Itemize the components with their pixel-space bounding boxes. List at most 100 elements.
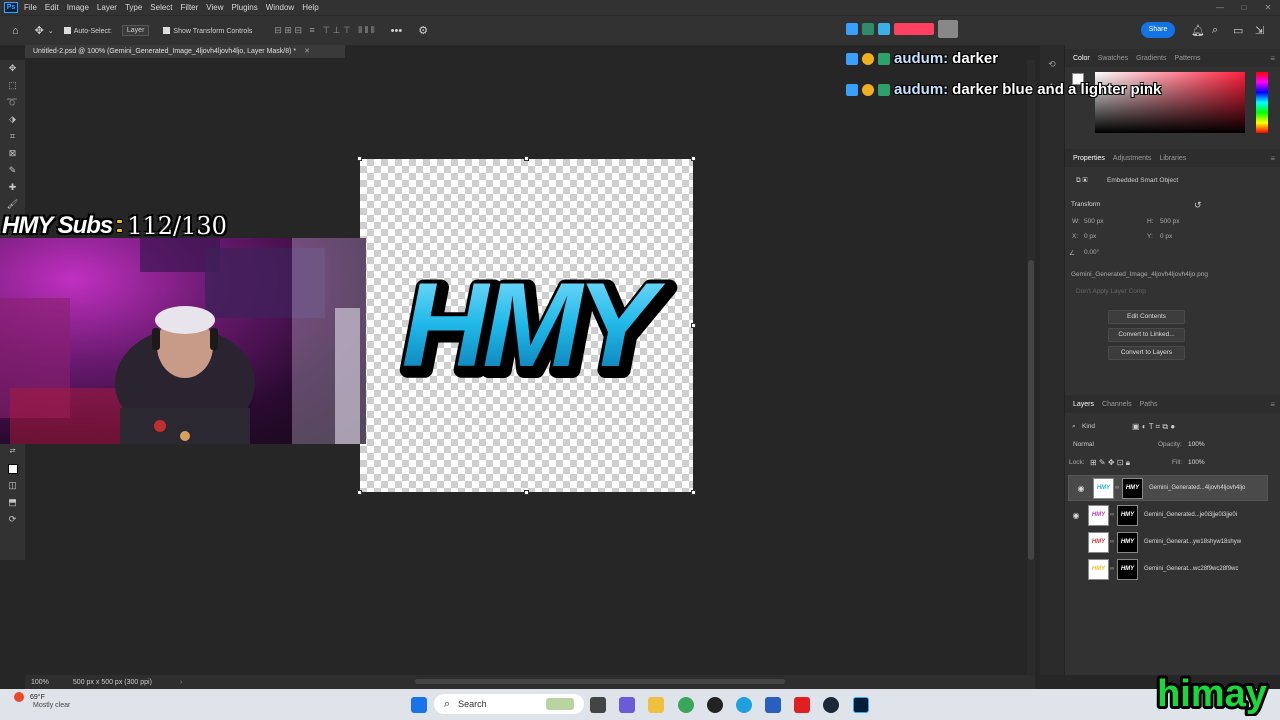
edit-contents-button[interactable]: Edit Contents [1108,310,1185,324]
layer-select[interactable]: Layer [121,25,150,36]
layer-row[interactable]: ◉ HMY ∞ HMY Gemini_Generated...4ljovh4lj… [1068,475,1268,501]
obs-icon[interactable] [707,697,723,713]
quick-mask-icon[interactable]: ◫ [0,477,25,494]
height-value[interactable]: 500 px [1160,218,1180,225]
layer-comp-select[interactable]: Don't Apply Layer Comp [1076,288,1146,295]
steam-icon[interactable] [823,697,839,713]
task-view-icon[interactable] [590,697,606,713]
kind-filter-select[interactable]: Kind [1082,423,1095,430]
zoom-level[interactable]: 100% [31,679,49,686]
menu-file[interactable]: File [24,3,37,12]
fill-value[interactable]: 100% [1188,459,1205,466]
layer-filter-icons[interactable]: ▣ ◐ T ⌗ ⧉ ● [1132,422,1175,432]
foreground-color-swatch[interactable] [0,460,25,477]
transform-controls-checkbox[interactable]: Show Transform Controls [163,26,252,35]
transform-handle[interactable] [524,490,529,495]
width-value[interactable]: 500 px [1084,218,1104,225]
x-value[interactable]: 0 px [1084,233,1096,240]
tab-paths[interactable]: Paths [1140,401,1158,408]
move-tool-icon[interactable]: ✥ [0,60,25,77]
file-explorer-icon[interactable] [648,697,664,713]
horizontal-scrollbar[interactable] [415,679,785,684]
tab-layers[interactable]: Layers [1073,401,1094,408]
auto-select-checkbox[interactable]: Auto-Select: [63,26,112,35]
healing-brush-icon[interactable]: ✚ [0,179,25,196]
tab-patterns[interactable]: Patterns [1174,55,1200,62]
edge-icon[interactable] [736,697,752,713]
eye-icon[interactable]: ◉ [1068,511,1084,520]
reset-transform-icon[interactable]: ↺ [1194,200,1202,211]
search-icon[interactable]: ⌕ [1212,24,1218,37]
close-icon[interactable]: ✕ [1256,0,1280,15]
chevron-right-icon[interactable]: › [180,679,182,686]
weather-widget[interactable]: 69°F Mostly clear [14,692,70,709]
chrome-icon[interactable] [678,697,694,713]
chevron-down-icon[interactable]: ⌄ [48,27,54,35]
opacity-value[interactable]: 100% [1188,441,1205,448]
vertical-scrollbar[interactable] [1027,60,1035,675]
convert-to-layers-button[interactable]: Convert to Layers [1108,346,1185,360]
tab-adjustments[interactable]: Adjustments [1113,155,1152,162]
panel-menu-icon[interactable]: ≡ [1270,154,1275,163]
home-icon[interactable]: ⌂ [12,25,19,37]
tab-color[interactable]: Color [1073,55,1090,62]
menu-image[interactable]: Image [67,3,89,12]
align-icons[interactable]: ⊟ ⊞ ⊟ ≡ ⊤ ⊥ ⊤ ⫴ ⫴ ⫴ [274,25,374,36]
angle-value[interactable]: 0.00° [1084,249,1099,256]
screen-mode-icon[interactable]: ⬒ [0,494,25,511]
arrange-icon[interactable]: ⇲ [1255,24,1264,37]
more-icon[interactable]: ••• [391,25,403,37]
filter-search-icon[interactable]: ⌕ [1072,423,1076,431]
close-tab-icon[interactable]: ✕ [304,48,310,55]
menu-plugins[interactable]: Plugins [232,3,258,12]
menu-layer[interactable]: Layer [97,3,117,12]
photoshop-taskbar-icon[interactable] [853,697,869,713]
menu-view[interactable]: View [206,3,223,12]
workspace-icon[interactable]: ▭ [1233,24,1243,37]
eye-icon[interactable]: ◉ [1073,484,1089,493]
menu-help[interactable]: Help [302,3,318,12]
lock-icons[interactable]: ⊞ ✎ ✥ ⊡ 🔒︎ [1090,458,1130,468]
crop-tool-icon[interactable]: ⌗ [0,128,25,145]
object-select-icon[interactable]: ⬗ [0,111,25,128]
menu-filter[interactable]: Filter [181,3,199,12]
tab-swatches[interactable]: Swatches [1098,55,1128,62]
transform-handle[interactable] [691,490,696,495]
tab-properties[interactable]: Properties [1073,155,1105,162]
document-tab[interactable]: Untitled-2.psd @ 100% (Gemini_Generated_… [25,45,345,58]
menu-select[interactable]: Select [150,3,172,12]
history-icon[interactable]: ⟲ [1040,59,1064,70]
gear-icon[interactable]: ⚙ [418,24,428,37]
store-icon[interactable] [765,697,781,713]
bell-icon[interactable]: 🔔︎ [1191,24,1205,37]
layer-row[interactable]: HMY ∞ HMY Gemini_Generat...wc28f9wc28f9w… [1068,556,1268,582]
transform-handle[interactable] [357,156,362,161]
frame-tool-icon[interactable]: ⊠ [0,145,25,162]
panel-menu-icon[interactable]: ≡ [1270,400,1275,409]
swap-colors-icon[interactable]: ⇄ [0,443,25,460]
tab-channels[interactable]: Channels [1102,401,1132,408]
taskbar-search[interactable]: ⌕ Search [434,694,584,714]
maximize-icon[interactable]: □ [1232,0,1256,15]
layer-row[interactable]: ◉ HMY ∞ HMY Gemini_Generated...je0i3jje0… [1068,502,1268,528]
menu-edit[interactable]: Edit [45,3,59,12]
transform-handle[interactable] [691,156,696,161]
transform-handle[interactable] [357,490,362,495]
move-tool-icon[interactable]: ✥ [35,24,44,37]
transform-handle[interactable] [524,156,529,161]
tab-gradients[interactable]: Gradients [1136,55,1166,62]
menu-window[interactable]: Window [266,3,294,12]
copilot-icon[interactable] [619,697,635,713]
marquee-tool-icon[interactable]: ⬚ [0,77,25,94]
youtube-icon[interactable] [794,697,810,713]
start-icon[interactable] [411,697,427,713]
y-value[interactable]: 0 px [1160,233,1172,240]
panel-menu-icon[interactable]: ≡ [1270,54,1275,63]
tab-libraries[interactable]: Libraries [1159,155,1186,162]
lasso-tool-icon[interactable]: ➰ [0,94,25,111]
share-button[interactable]: Share [1141,22,1175,38]
convert-to-linked-button[interactable]: Convert to Linked... [1108,328,1185,342]
minimize-icon[interactable]: — [1208,0,1232,15]
eyedropper-icon[interactable]: ✎ [0,162,25,179]
menu-type[interactable]: Type [125,3,142,12]
